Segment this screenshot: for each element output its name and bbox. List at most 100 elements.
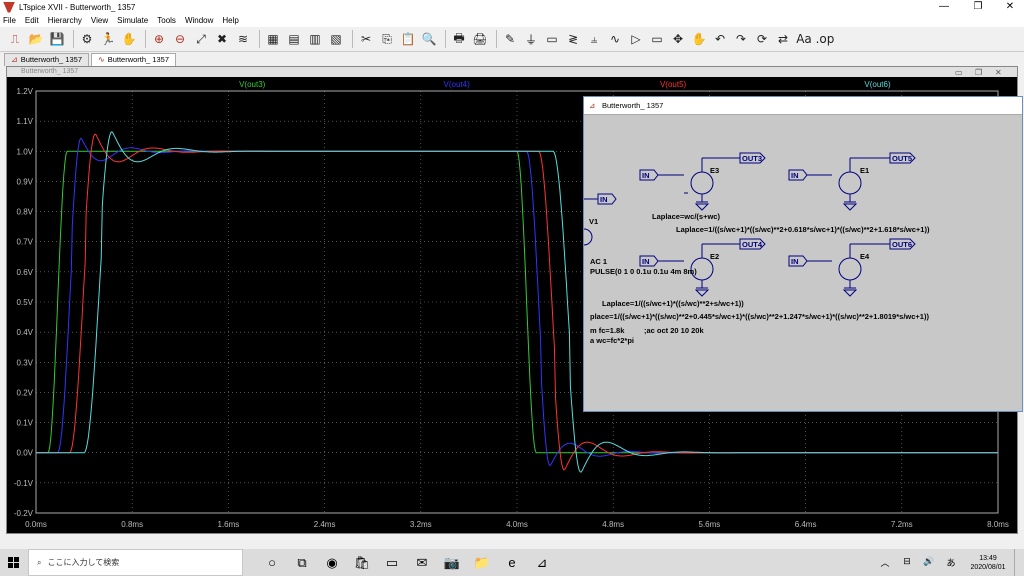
source-e3-symbol [690,171,714,195]
clock[interactable]: 13:49 2020/08/01 [962,554,1014,572]
paste-icon[interactable]: 📋 [399,30,417,48]
waveform-window-min-button[interactable]: ▭ [955,68,963,77]
draw-wire-icon[interactable]: ✎ [501,30,519,48]
tab-schematic[interactable]: ⊿ Butterworth_ 1357 [4,53,89,66]
ground-e4 [842,289,858,297]
menu-tools[interactable]: Tools [157,16,176,25]
waveform-window-max-button[interactable]: ❐ [975,68,982,77]
legend-vout5[interactable]: V(out5) [660,80,687,89]
ground-icon[interactable]: ⏚ [522,30,540,48]
y-tick-label: -0.1V [14,479,34,488]
edge-icon[interactable]: ◉ [317,549,347,576]
legend-vout4[interactable]: V(out4) [444,80,471,89]
source-e1-symbol [838,171,862,195]
control-panel-icon[interactable]: ⚙ [78,30,96,48]
rotate-icon[interactable]: ⟳ [753,30,771,48]
menu-hierarchy[interactable]: Hierarchy [48,16,82,25]
cascade-icon[interactable]: ▥ [306,30,324,48]
save-icon[interactable]: 💾 [48,30,66,48]
schematic-icon[interactable]: ⎍ [6,30,24,48]
menu-view[interactable]: View [91,16,108,25]
tab-waveform[interactable]: ∿ Butterworth_ 1357 [91,53,176,66]
task-view-icon[interactable]: ○ [257,549,287,576]
text-icon[interactable]: Aa [795,30,813,48]
network-icon[interactable]: ⊟ [896,556,918,569]
zoom-full-icon[interactable]: ⤢ [192,30,210,48]
diode-icon[interactable]: ▷ [627,30,645,48]
toolbar-separator [352,30,353,48]
mirror-icon[interactable]: ⇄ [774,30,792,48]
autorange-icon[interactable]: ≋ [234,30,252,48]
y-tick-label: 0.4V [17,328,34,337]
tray-expand-icon[interactable]: ︿ [874,556,896,569]
net-label-in-v1: IN [600,195,608,204]
run-icon[interactable]: 🏃 [99,30,117,48]
label-net-icon[interactable]: ▭ [543,30,561,48]
ie-icon[interactable]: e [497,549,527,576]
legend-vout3[interactable]: V(out3) [239,80,266,89]
y-tick-label: 1.1V [17,117,34,126]
y-tick-label: 1.2V [17,87,34,96]
files-icon[interactable]: ▭ [377,549,407,576]
show-desktop-button[interactable] [1014,549,1024,576]
x-tick-label: 2.4ms [314,520,336,529]
redo-icon[interactable]: ↷ [732,30,750,48]
component-icon[interactable]: ▭ [648,30,666,48]
camera-icon[interactable]: 📷 [437,549,467,576]
zoom-in-icon[interactable]: ⊕ [150,30,168,48]
open-icon[interactable]: 📂 [27,30,45,48]
menu-simulate[interactable]: Simulate [117,16,148,25]
windows-logo-icon [8,556,19,568]
move-icon[interactable]: ✥ [669,30,687,48]
tile-horizontal-icon[interactable]: ▤ [285,30,303,48]
print-icon[interactable]: 🖨 [471,30,489,48]
net-label-in-e1: IN [791,171,799,180]
capacitor-icon[interactable]: ⫨ [585,30,603,48]
zoom-out-icon[interactable]: ⊖ [171,30,189,48]
minimize-button[interactable]: — [930,0,958,14]
print-setup-icon[interactable]: 🖶 [450,30,468,48]
schematic-canvas[interactable]: IN OUT3 IN OUT5 IN OUT4 IN OUT6 IN E3 E1… [584,97,1023,412]
resistor-icon[interactable]: ≷ [564,30,582,48]
menu-edit[interactable]: Edit [25,16,39,25]
ground-e3 [694,203,710,211]
mail-icon[interactable]: ✉ [407,549,437,576]
zoom-cancel-icon[interactable]: ✖ [213,30,231,48]
cortana-icon[interactable]: ⧉ [287,549,317,576]
toolbar: ⎍ 📂 💾 ⚙ 🏃 ✋ ⊕ ⊖ ⤢ ✖ ≋ ▦ ▤ ▥ ▧ ✂ ⎘ 📋 🔍 🖶 🖨 ✎ ⏚ ▭ ≷ ⫨ ∿ ▷ ▭ ✥ ✋ ↶ ↷ ⟳ ⇄ Aa .op [0,27,1024,52]
spice-directive-icon[interactable]: .op [816,30,835,48]
menu-help[interactable]: Help [222,16,238,25]
find-icon[interactable]: 🔍 [420,30,438,48]
taskbar-search[interactable]: ⌕ ここに入力して検索 [28,549,243,576]
laplace-e3: Laplace=wc/(s+wc) [652,212,720,221]
copy-icon[interactable]: ⎘ [378,30,396,48]
explorer-icon[interactable]: 📁 [467,549,497,576]
voltage-source-v1-symbol [584,228,593,246]
ime-icon[interactable]: あ [940,556,962,569]
cut-icon[interactable]: ✂ [357,30,375,48]
ltspice-taskbar-icon[interactable]: ⊿ [527,549,557,576]
inductor-icon[interactable]: ∿ [606,30,624,48]
y-tick-label: 0.3V [17,358,34,367]
clock-time: 13:49 [979,554,997,562]
tile-vertical-icon[interactable]: ▧ [327,30,345,48]
schematic-window[interactable]: ⊿ Butterworth_ 1357 IN OUT3 IN OUT5 IN O… [583,96,1023,412]
grid-icon[interactable]: ▦ [264,30,282,48]
waveform-window-close-button[interactable]: ✕ [995,68,1002,77]
pan-icon[interactable]: ✋ [120,30,138,48]
close-button[interactable]: ✕ [996,0,1024,14]
menu-file[interactable]: File [3,16,16,25]
menu-window[interactable]: Window [185,16,213,25]
legend-vout6[interactable]: V(out6) [864,80,891,89]
laplace-e4: place=1/((s/wc+1)*((s/wc)**2+0.445*s/wc+… [590,312,929,321]
part-e3: E3 [710,166,719,175]
undo-icon[interactable]: ↶ [711,30,729,48]
start-button[interactable] [0,549,28,576]
x-tick-label: 0.8ms [121,520,143,529]
maximize-button[interactable]: ❐ [964,0,992,14]
drag-icon[interactable]: ✋ [690,30,708,48]
volume-icon[interactable]: 🔊 [918,556,940,569]
x-tick-label: 7.2ms [891,520,913,529]
window-title: LTspice XVII - Butterworth_ 1357 [19,2,136,12]
store-icon[interactable]: 🛍 [347,549,377,576]
